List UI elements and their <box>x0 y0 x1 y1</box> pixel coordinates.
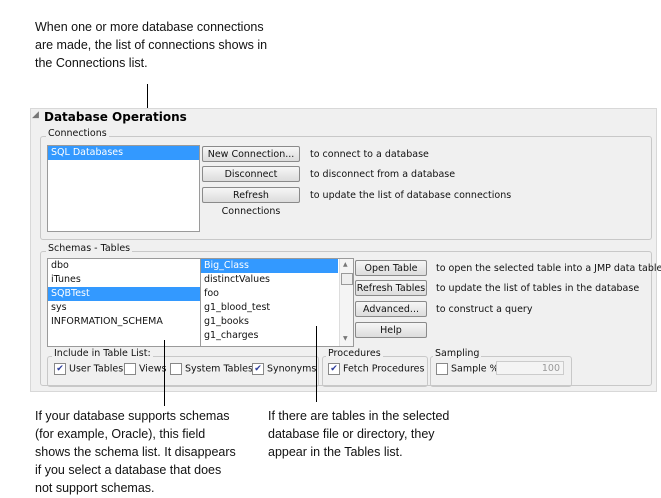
list-item[interactable]: distinctValues <box>201 273 338 287</box>
refresh-connections-button[interactable]: Refresh Connections <box>202 187 300 217</box>
include-label: Include in Table List: <box>52 348 153 359</box>
checkmark-icon: ✔ <box>252 363 264 375</box>
list-item[interactable]: dbo <box>48 259 200 273</box>
scroll-down-icon[interactable]: ▼ <box>343 335 348 342</box>
tables-annotation: If there are tables in the selected data… <box>268 409 450 459</box>
advanced-desc: to construct a query <box>436 304 533 315</box>
checkbox-empty-icon <box>170 363 182 375</box>
checkbox-label: Fetch Procedures <box>343 363 425 375</box>
disconnect-desc: to disconnect from a database <box>310 169 456 180</box>
user-tables-checkbox[interactable]: ✔ User Tables <box>54 363 123 375</box>
list-item[interactable]: iTunes <box>48 273 200 287</box>
help-button[interactable]: Help <box>355 322 427 338</box>
tables-list[interactable]: Big_Class distinctValues foo g1_blood_te… <box>200 258 354 347</box>
new-connection-button[interactable]: New Connection... <box>202 146 300 162</box>
schemas-annotation: If your database supports schemas (for e… <box>35 409 236 495</box>
list-item[interactable]: g1_books <box>201 315 338 329</box>
checkbox-label: Sample % <box>451 363 499 375</box>
refresh-tables-desc: to update the list of tables in the data… <box>436 283 640 294</box>
checkbox-label: System Tables <box>185 363 253 375</box>
checkbox-label: User Tables <box>69 363 124 375</box>
scroll-up-icon[interactable]: ▲ <box>343 261 348 268</box>
system-tables-checkbox[interactable]: System Tables <box>170 363 253 375</box>
list-item[interactable]: g1_charges <box>201 329 338 343</box>
list-item[interactable]: SQBTest <box>48 287 200 301</box>
list-item[interactable]: INFORMATION_SCHEMA <box>48 315 200 329</box>
checkmark-icon: ✔ <box>328 363 340 375</box>
views-checkbox[interactable]: Views <box>124 363 167 375</box>
schemas-tables-label: Schemas - Tables <box>46 243 133 254</box>
top-annotation: When one or more database connections ar… <box>35 20 268 70</box>
list-item[interactable]: SQL Databases <box>48 146 199 160</box>
callout-line <box>316 326 317 402</box>
checkmark-icon: ✔ <box>54 363 66 375</box>
panel-title: Database Operations <box>44 110 187 124</box>
list-item[interactable]: foo <box>201 287 338 301</box>
open-table-button[interactable]: Open Table <box>355 260 427 276</box>
disconnect-button[interactable]: Disconnect <box>202 166 300 182</box>
checkbox-empty-icon <box>436 363 448 375</box>
list-item[interactable]: Big_Class <box>201 259 338 273</box>
scroll-thumb[interactable] <box>341 273 353 285</box>
procedures-label: Procedures <box>326 348 383 359</box>
checkbox-empty-icon <box>124 363 136 375</box>
checkbox-label: Views <box>139 363 167 375</box>
advanced-button[interactable]: Advanced... <box>355 301 427 317</box>
synonyms-checkbox[interactable]: ✔ Synonyms <box>252 363 316 375</box>
disclosure-triangle-icon[interactable]: ◢ <box>32 110 39 120</box>
new-connection-desc: to connect to a database <box>310 149 429 160</box>
fetch-procedures-checkbox[interactable]: ✔ Fetch Procedures <box>328 363 424 375</box>
connections-label: Connections <box>46 128 109 139</box>
list-item[interactable]: g1_blood_test <box>201 301 338 315</box>
sample-percent-checkbox[interactable]: Sample % <box>436 363 499 375</box>
refresh-connections-desc: to update the list of database connectio… <box>310 190 512 201</box>
list-item[interactable]: sys <box>48 301 200 315</box>
sample-percent-input[interactable]: 100 <box>496 361 564 375</box>
checkbox-label: Synonyms <box>267 363 317 375</box>
connections-list[interactable]: SQL Databases <box>47 145 200 232</box>
tables-scrollbar[interactable]: ▲ ▼ <box>339 259 353 346</box>
schemas-list[interactable]: dbo iTunes SQBTest sys INFORMATION_SCHEM… <box>47 258 201 347</box>
callout-line <box>164 340 165 406</box>
open-table-desc: to open the selected table into a JMP da… <box>436 263 661 274</box>
refresh-tables-button[interactable]: Refresh Tables <box>355 280 427 296</box>
sampling-label: Sampling <box>433 348 482 359</box>
